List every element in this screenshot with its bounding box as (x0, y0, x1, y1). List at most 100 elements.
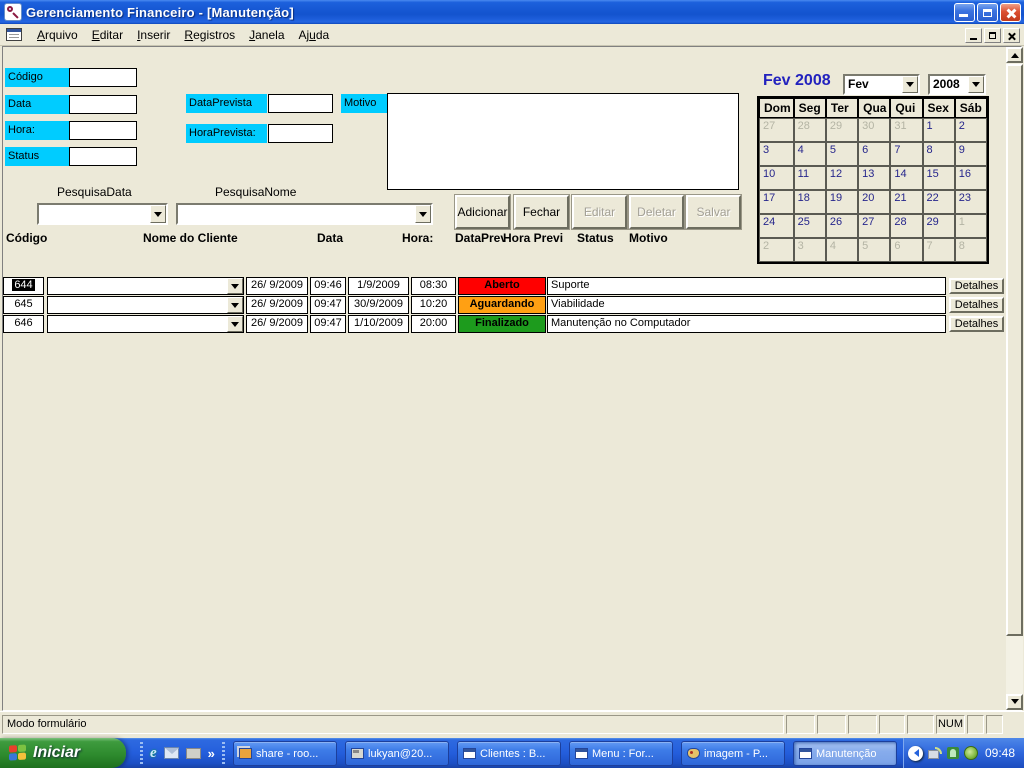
network-icon[interactable] (928, 747, 942, 759)
row-cliente-combobox[interactable] (47, 277, 244, 295)
taskbar-task-6[interactable]: Manutenção (793, 741, 897, 766)
calendar-day[interactable]: 19 (825, 190, 859, 214)
calendar-day[interactable]: 8 (922, 142, 955, 166)
taskbar-task-4[interactable]: Menu : For... (569, 741, 673, 766)
detalhes-button[interactable]: Detalhes (949, 278, 1004, 294)
data-prevista-input[interactable] (268, 94, 333, 113)
menu-item-registros[interactable]: Registros (177, 25, 242, 45)
calendar-day[interactable]: 6 (890, 238, 923, 262)
menu-item-janela[interactable]: Janela (242, 25, 291, 45)
vertical-scrollbar[interactable] (1006, 47, 1023, 710)
calendar-day[interactable]: 22 (922, 190, 955, 214)
pesquisa-nome-combobox[interactable] (176, 203, 433, 225)
ie-icon[interactable]: e (150, 745, 157, 762)
menu-item-arquivo[interactable]: Arquivo (30, 25, 85, 45)
motivo-textarea[interactable] (387, 93, 739, 190)
data-input[interactable] (69, 95, 137, 114)
restore-button[interactable] (977, 3, 998, 22)
close-button[interactable] (1000, 3, 1021, 22)
calendar-day[interactable]: 12 (825, 166, 859, 190)
calendar-day[interactable]: 3 (793, 238, 826, 262)
calendar-day[interactable]: 2 (954, 118, 987, 142)
calendar-day[interactable]: 8 (954, 238, 987, 262)
calendar-day[interactable]: 23 (954, 190, 987, 214)
menu-item-editar[interactable]: Editar (85, 25, 130, 45)
calendar-day[interactable]: 21 (890, 190, 923, 214)
adicionar-button[interactable]: Adicionar (454, 194, 511, 230)
calendar-day[interactable]: 4 (825, 238, 859, 262)
fechar-button[interactable]: Fechar (513, 194, 570, 230)
calendar-day[interactable]: 29 (922, 214, 955, 238)
calendar-day[interactable]: 7 (890, 142, 923, 166)
scroll-down-button[interactable] (1006, 694, 1023, 710)
calendar-day[interactable]: 18 (793, 190, 826, 214)
menu-item-inserir[interactable]: Inserir (130, 25, 177, 45)
chevron-down-icon[interactable] (415, 205, 431, 223)
agent-icon[interactable] (947, 747, 959, 759)
detalhes-button[interactable]: Detalhes (949, 316, 1004, 332)
mail-icon[interactable] (163, 747, 179, 759)
year-combobox[interactable]: 2008 (928, 74, 986, 95)
calendar-day[interactable]: 24 (759, 214, 794, 238)
calendar-day[interactable]: 20 (858, 190, 891, 214)
overflow-chevron-icon[interactable]: » (208, 746, 215, 761)
calendar-day[interactable]: 2 (759, 238, 794, 262)
calendar-day[interactable]: 31 (890, 118, 923, 142)
chevron-down-icon[interactable] (902, 76, 918, 93)
desktop-icon[interactable] (185, 747, 201, 759)
chevron-down-icon[interactable] (227, 316, 243, 332)
calendar-day[interactable]: 5 (825, 142, 859, 166)
calendar-day[interactable]: 6 (858, 142, 891, 166)
calendar-day[interactable]: 15 (922, 166, 955, 190)
calendar-day[interactable]: 1 (922, 118, 955, 142)
calendar-day[interactable]: 28 (890, 214, 923, 238)
scroll-up-button[interactable] (1006, 47, 1023, 63)
calendar-day[interactable]: 28 (793, 118, 826, 142)
row-cliente-combobox[interactable] (47, 315, 244, 333)
hora-input[interactable] (69, 121, 137, 140)
calendar-day[interactable]: 25 (793, 214, 826, 238)
calendar-day[interactable]: 16 (954, 166, 987, 190)
chevron-down-icon[interactable] (150, 205, 166, 223)
taskbar-task-2[interactable]: lukyan@20... (345, 741, 449, 766)
mdi-minimize-button[interactable] (965, 28, 982, 43)
calendar-day[interactable]: 26 (825, 214, 859, 238)
menu-item-ajuda[interactable]: Ajuda (292, 25, 337, 45)
calendar-day[interactable]: 17 (759, 190, 794, 214)
calendar-day[interactable]: 9 (954, 142, 987, 166)
calendar-day[interactable]: 7 (922, 238, 955, 262)
calendar-day[interactable]: 27 (858, 214, 891, 238)
calendar-day[interactable]: 4 (793, 142, 826, 166)
chevron-down-icon[interactable] (227, 297, 243, 313)
tray-chevron-icon[interactable] (908, 745, 923, 761)
chevron-down-icon[interactable] (968, 76, 984, 93)
minimize-button[interactable] (954, 3, 975, 22)
calendar-day[interactable]: 10 (759, 166, 794, 190)
calendar-day[interactable]: 27 (759, 118, 794, 142)
calendar-day[interactable]: 14 (890, 166, 923, 190)
calendar-day[interactable]: 1 (954, 214, 987, 238)
row-cliente-combobox[interactable] (47, 296, 244, 314)
calendar-day[interactable]: 11 (793, 166, 826, 190)
chevron-down-icon[interactable] (227, 278, 243, 294)
row-codigo-cell[interactable]: 644 (3, 277, 44, 295)
mdi-restore-button[interactable] (984, 28, 1001, 43)
month-combobox[interactable]: Fev (843, 74, 920, 95)
mdi-close-button[interactable] (1003, 28, 1020, 43)
row-codigo-cell[interactable]: 645 (3, 296, 44, 314)
taskbar-task-5[interactable]: imagem - P... (681, 741, 785, 766)
detalhes-button[interactable]: Detalhes (949, 297, 1004, 313)
calendar-day[interactable]: 5 (858, 238, 891, 262)
hora-prevista-input[interactable] (268, 124, 333, 143)
taskbar-task-1[interactable]: share - roo... (233, 741, 337, 766)
calendar-day[interactable]: 13 (858, 166, 891, 190)
calendar-day[interactable]: 30 (858, 118, 891, 142)
status-input[interactable] (69, 147, 137, 166)
start-button[interactable]: Iniciar (0, 738, 126, 768)
pesquisa-data-combobox[interactable] (37, 203, 168, 225)
codigo-input[interactable] (69, 68, 137, 87)
calendar-day[interactable]: 29 (825, 118, 859, 142)
scrollbar-thumb[interactable] (1006, 64, 1023, 636)
antivirus-icon[interactable] (964, 746, 978, 760)
calendar-day[interactable]: 3 (759, 142, 794, 166)
